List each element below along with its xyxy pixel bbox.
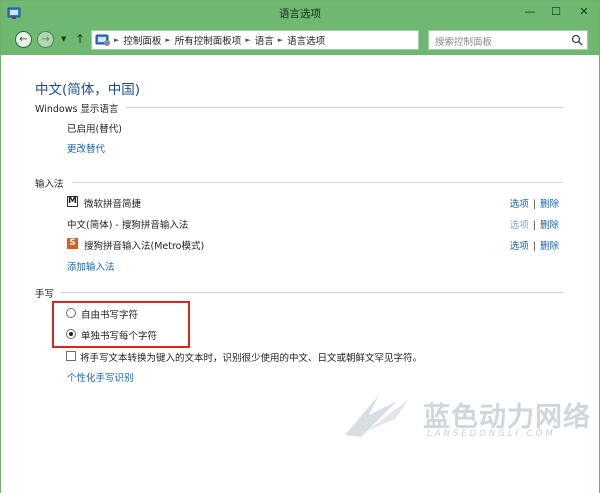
rare-characters-checkbox[interactable] (66, 351, 76, 361)
search-placeholder: 搜索控制面板 (435, 37, 493, 48)
breadcrumb-separator-icon[interactable]: ► (276, 36, 285, 44)
address-bar[interactable]: ► 控制面板 ► 所有控制面板项 ► 语言 ► 语言选项 ▼ ↻ (91, 30, 505, 50)
search-icon[interactable] (571, 34, 583, 46)
navigation-bar: ← → ▼ ↑ ► 控制面板 ► 所有控制面板项 ► 语言 ► 语言选项 ▼ (1, 25, 599, 55)
input-method-actions: 选项 | 删除 (510, 238, 559, 252)
arrow-left-icon: ← (19, 34, 28, 45)
input-method-actions: 选项 | 删除 (510, 196, 559, 210)
handwriting-heading: 手写 (35, 289, 55, 300)
change-override-link[interactable]: 更改替代 (67, 141, 105, 155)
personalize-handwriting-link[interactable]: 个性化手写识别 (67, 370, 134, 384)
display-language-status: 已启用(替代) (67, 124, 122, 135)
separator: | (532, 220, 536, 231)
section-divider (73, 182, 563, 183)
back-button[interactable]: ← (15, 31, 32, 48)
title-bar[interactable]: 语言选项 — ☐ ✕ (1, 1, 599, 25)
arrow-up-icon: ↑ (75, 32, 86, 46)
window-title: 语言选项 (279, 8, 321, 20)
forward-button[interactable]: → (37, 31, 54, 48)
recent-locations-dropdown[interactable]: ▼ (61, 35, 66, 43)
free-writing-label[interactable]: 自由书写字符 (81, 307, 138, 321)
up-level-button[interactable]: ↑ (75, 32, 85, 46)
watermark-subtext: LANSEDONGLI.COM (427, 429, 556, 439)
input-method-remove-link[interactable]: 删除 (540, 199, 559, 210)
rare-characters-label[interactable]: 将手写文本转换为键入的文本时，识别很少使用的中文、日文或朝鲜文罕见字符。 (80, 350, 422, 364)
input-method-remove-link[interactable]: 删除 (540, 220, 559, 231)
search-input[interactable]: 搜索控制面板 (428, 30, 588, 50)
input-method-actions: 选项 | 删除 (510, 217, 559, 231)
page-title: 中文(简体，中国) (35, 82, 141, 98)
input-method-label: 微软拼音简捷 (84, 199, 142, 210)
input-method-options-link[interactable]: 选项 (510, 199, 529, 210)
arrow-right-icon: → (41, 34, 50, 45)
language-options-window: 语言选项 — ☐ ✕ ← → ▼ ↑ ► 控制面板 ► 所有控制面板项 ► 语言 (0, 0, 600, 493)
input-method-remove-link[interactable]: 删除 (540, 241, 559, 252)
input-method-options-link[interactable]: 选项 (510, 241, 529, 252)
microsoft-pinyin-icon: M (67, 196, 78, 207)
input-method-label: 搜狗拼音输入法(Metro模式) (84, 241, 205, 252)
breadcrumb-separator-icon[interactable]: ► (163, 36, 172, 44)
section-divider (126, 107, 563, 108)
breadcrumb-language[interactable]: 语言 (253, 33, 276, 47)
input-method-options-link-disabled: 选项 (509, 220, 529, 231)
separator: | (532, 241, 536, 252)
breadcrumb-all-items[interactable]: 所有控制面板项 (173, 33, 244, 47)
single-character-label[interactable]: 单独书写每个字符 (81, 328, 157, 342)
breadcrumb-control-panel[interactable]: 控制面板 (121, 33, 163, 47)
control-panel-icon (95, 34, 110, 46)
input-method-heading: 输入法 (35, 179, 64, 190)
breadcrumb-separator-icon[interactable]: ► (243, 36, 252, 44)
sogou-icon: S (67, 238, 78, 249)
single-character-radio[interactable] (66, 329, 76, 339)
watermark-logo (345, 395, 409, 437)
input-method-label: 中文(简体) - 搜狗拼音输入法 (67, 220, 189, 231)
add-input-method-link[interactable]: 添加输入法 (67, 259, 115, 273)
breadcrumb-separator-icon[interactable]: ► (112, 36, 121, 44)
separator: | (532, 199, 536, 210)
close-button[interactable]: ✕ (569, 1, 599, 21)
free-writing-radio[interactable] (66, 308, 76, 318)
maximize-button[interactable]: ☐ (543, 1, 569, 21)
section-divider (61, 292, 563, 293)
display-language-heading: Windows 显示语言 (35, 104, 119, 115)
breadcrumb-language-options[interactable]: 语言选项 (285, 33, 327, 47)
minimize-button[interactable]: — (517, 1, 543, 21)
watermark: 蓝色动力网络 LANSEDONGLI.COM (331, 389, 600, 441)
